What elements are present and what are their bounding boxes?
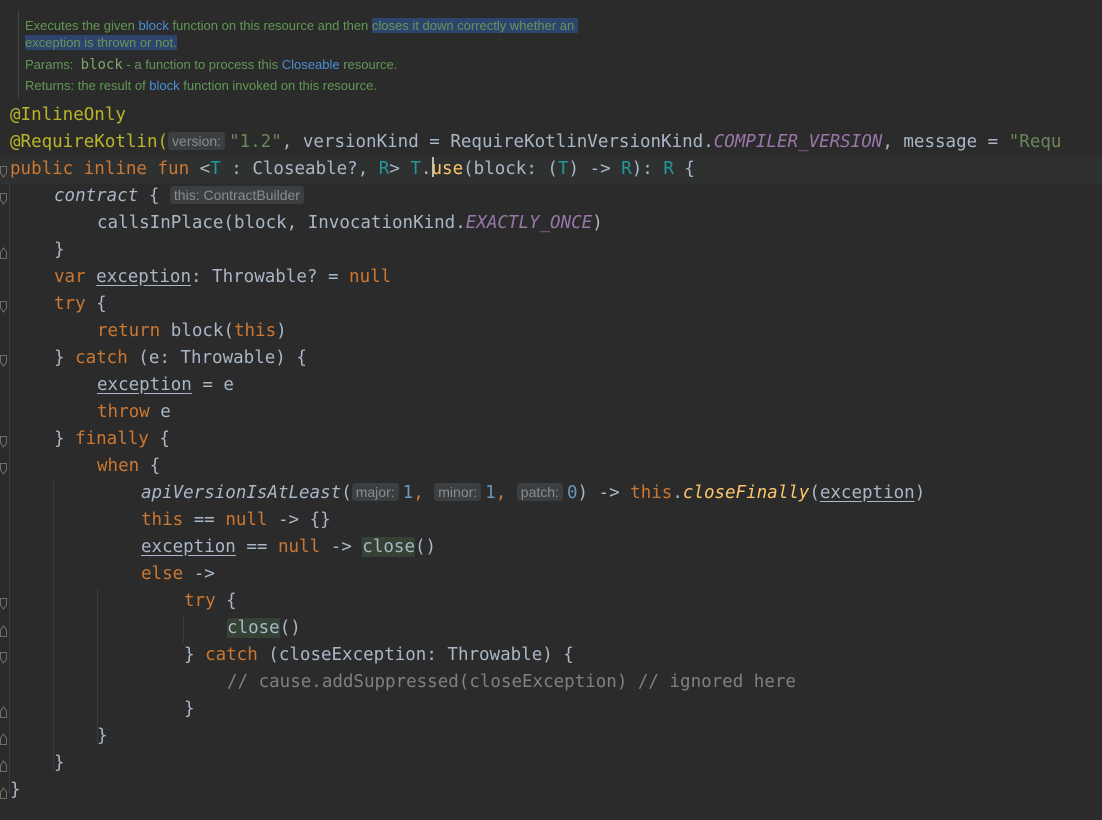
- code-line[interactable]: }: [10, 777, 21, 804]
- fold-marker-icon[interactable]: [0, 193, 7, 205]
- fold-marker-icon[interactable]: [0, 247, 7, 259]
- indent-guide: [9, 184, 10, 794]
- inlay-hint-this: this: ContractBuilder: [169, 186, 304, 204]
- doc-returns: Returns: the result of block function in…: [25, 78, 377, 93]
- fold-marker-icon[interactable]: [0, 463, 7, 475]
- code-line[interactable]: } catch (e: Throwable) {: [54, 345, 307, 372]
- code-line[interactable]: @InlineOnly: [10, 102, 126, 129]
- code-line[interactable]: @RequireKotlin(version: "1.2", versionKin…: [10, 129, 1061, 156]
- usage-highlight: close: [362, 537, 415, 557]
- rendered-kdoc: Executes the given block function on thi…: [18, 10, 1102, 98]
- fold-marker-icon[interactable]: [0, 760, 7, 772]
- fold-marker-icon[interactable]: [0, 787, 7, 799]
- code-line[interactable]: }: [184, 696, 195, 723]
- code-line[interactable]: exception == null -> close(): [141, 534, 436, 561]
- doc-link-closeable[interactable]: Closeable: [282, 57, 340, 72]
- code-line[interactable]: }: [97, 723, 108, 750]
- fold-marker-icon[interactable]: [0, 598, 7, 610]
- code-line[interactable]: apiVersionIsAtLeast(major: 1, minor: 1, pa…: [141, 480, 925, 507]
- doc-description-line-1: Executes the given block function on thi…: [25, 18, 578, 33]
- doc-description-line-2: exception is thrown or not.: [25, 35, 177, 51]
- code-line[interactable]: when {: [97, 453, 160, 480]
- fold-marker-icon[interactable]: [0, 301, 7, 313]
- inlay-hint-version: version:: [168, 132, 226, 150]
- code-line[interactable]: } catch (closeException: Throwable) {: [184, 642, 574, 669]
- usage-highlight: close: [227, 618, 280, 638]
- code-line[interactable]: close(): [227, 615, 301, 642]
- fold-marker-icon[interactable]: [0, 355, 7, 367]
- code-line[interactable]: }: [54, 750, 65, 777]
- code-line[interactable]: return block(this): [97, 318, 287, 345]
- fold-marker-icon[interactable]: [0, 706, 7, 718]
- code-line[interactable]: }: [54, 237, 65, 264]
- fold-marker-icon[interactable]: [0, 733, 7, 745]
- code-line[interactable]: var exception: Throwable? = null: [54, 264, 391, 291]
- code-line[interactable]: else ->: [141, 561, 215, 588]
- inlay-hint-major: major:: [351, 483, 399, 501]
- inlay-hint-patch: patch:: [516, 483, 563, 501]
- code-line[interactable]: try {: [184, 588, 237, 615]
- inlay-hint-minor: minor:: [434, 483, 482, 501]
- function-name: use: [431, 159, 464, 179]
- doc-params: Params: block - a function to process th…: [25, 57, 398, 73]
- doc-selection-2: exception is thrown or not.: [25, 35, 177, 50]
- indent-guide: [183, 616, 184, 643]
- doc-link-block[interactable]: block: [138, 18, 168, 33]
- code-line[interactable]: try {: [54, 291, 107, 318]
- code-line[interactable]: } finally {: [54, 426, 170, 453]
- doc-param-name: block: [80, 57, 123, 73]
- fold-marker-icon[interactable]: [0, 625, 7, 637]
- code-line[interactable]: contract { this: ContractBuilder: [54, 183, 308, 210]
- fold-marker-icon[interactable]: [0, 166, 7, 178]
- doc-link-block-2[interactable]: block: [149, 78, 179, 93]
- indent-guide: [97, 589, 98, 744]
- code-line[interactable]: throw e: [97, 399, 171, 426]
- code-line-signature[interactable]: public inline fun <T : Closeable?, R> T.…: [10, 156, 695, 183]
- fold-marker-icon[interactable]: [0, 436, 7, 448]
- code-line-comment[interactable]: // cause.addSuppressed(closeException) /…: [227, 669, 796, 696]
- code-line[interactable]: this == null -> {}: [141, 507, 331, 534]
- indent-guide: [53, 481, 54, 771]
- fold-marker-icon[interactable]: [0, 652, 7, 664]
- code-line[interactable]: exception = e: [97, 372, 234, 399]
- code-line[interactable]: callsInPlace(block, InvocationKind.EXACT…: [97, 210, 603, 237]
- doc-selection: closes it down correctly whether an: [371, 18, 578, 33]
